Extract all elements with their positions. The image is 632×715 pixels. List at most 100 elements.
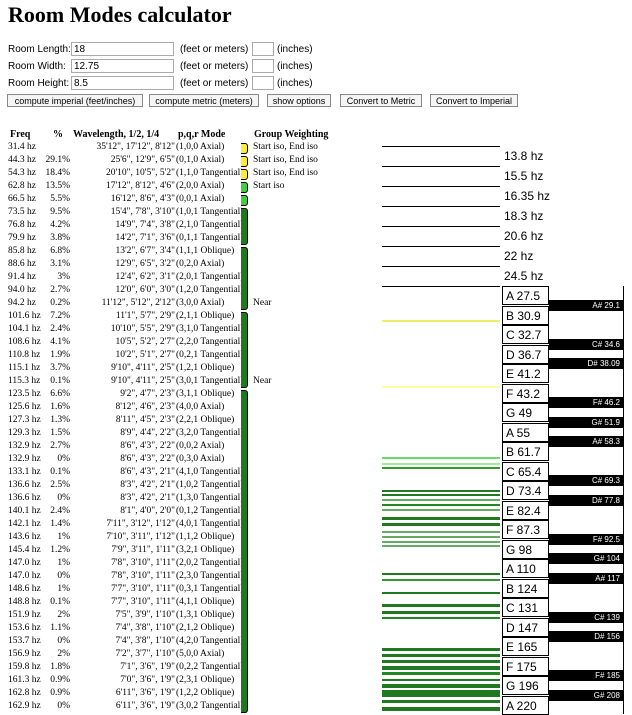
freq-cell: 79.9 hz <box>8 233 36 243</box>
piano-white-key[interactable]: G 196 <box>502 676 549 695</box>
room-length-row: Room Length: (feet or meters) (inches) <box>8 42 328 58</box>
piano-white-key[interactable]: A 110 <box>502 559 549 578</box>
pct-cell: 6.8% <box>50 246 70 256</box>
wavelength-cell: 8'12", 4'6", 2'3" <box>115 402 175 412</box>
piano-white-key[interactable]: F 87.3 <box>502 520 549 539</box>
piano-black-key[interactable]: G# 51.9 <box>549 416 623 428</box>
table-row: 133.1 hz 0.1% 8'6", 4'3", 2'1" (4,1,0 Tange… <box>0 467 250 480</box>
piano-black-key[interactable]: F# 92.5 <box>549 533 623 545</box>
piano-black-key[interactable]: C# 69.3 <box>549 475 623 486</box>
frequency-label: 16.35 hz <box>504 189 551 203</box>
piano-white-key[interactable]: C 32.7 <box>502 325 549 344</box>
wavelength-cell: 7'1", 3'6", 1'9" <box>120 662 175 672</box>
piano-black-key[interactable]: C# 139 <box>549 611 623 623</box>
mode-cell: (2,1,1 Oblique) <box>176 311 235 321</box>
pct-cell: 0.1% <box>50 376 70 386</box>
mode-line <box>382 499 500 501</box>
freq-header: Freq <box>10 129 31 140</box>
pct-cell: 2.5% <box>50 480 70 490</box>
freq-cell: 132.9 hz <box>8 454 41 464</box>
piano-white-key[interactable]: B 61.7 <box>502 442 549 461</box>
wavelength-cell: 10'5", 5'2", 2'7" <box>115 337 175 347</box>
piano-black-key[interactable]: D# 77.8 <box>549 494 623 506</box>
frequency-line <box>382 286 500 287</box>
room-length-inches-input[interactable] <box>252 42 274 56</box>
mode-cell: (1,0,2 Tangential) <box>176 480 244 490</box>
piano-white-key[interactable]: B 124 <box>502 578 549 598</box>
piano-black-key[interactable]: G# 104 <box>549 553 623 564</box>
piano-white-key[interactable]: D 73.4 <box>502 481 549 500</box>
mode-cell: (1,1,1 Oblique) <box>176 246 235 256</box>
mode-line <box>382 523 500 526</box>
piano-white-key[interactable]: D 36.7 <box>502 344 549 364</box>
compute-imperial-button[interactable]: compute imperial (feet/inches) <box>7 94 143 107</box>
piano-white-key[interactable]: E 82.4 <box>502 500 549 520</box>
piano-black-key[interactable]: C# 34.6 <box>549 338 623 350</box>
piano-black-key[interactable]: F# 46.2 <box>549 397 623 408</box>
convert-to-metric-button[interactable]: Convert to Metric <box>340 94 422 107</box>
pct-cell: 1.1% <box>50 623 70 633</box>
piano-black-key[interactable]: D# 156 <box>549 631 623 642</box>
piano-black-key[interactable]: A# 117 <box>549 572 623 584</box>
piano-white-key[interactable]: A 27.5 <box>502 286 549 305</box>
piano-white-key[interactable]: G 98 <box>502 539 549 559</box>
room-length-input[interactable] <box>71 42 174 56</box>
mode-cell: (4,2,0 Tangential) <box>176 636 244 646</box>
mode-line <box>382 617 500 619</box>
group-bracket <box>241 156 248 167</box>
piano-black-key[interactable]: G# 208 <box>549 689 623 701</box>
show-options-button[interactable]: show options <box>267 94 331 107</box>
piano-white-key[interactable]: A 55 <box>502 422 549 442</box>
piano-white-key[interactable]: B 30.9 <box>502 305 549 325</box>
freq-cell: 31.4 hz <box>8 142 36 152</box>
piano-white-key[interactable]: A 220 <box>502 695 549 715</box>
freq-cell: 123.5 hz <box>8 389 41 399</box>
frequency-line <box>382 206 500 207</box>
room-width-inches-input[interactable] <box>252 59 274 73</box>
mode-line <box>382 684 500 688</box>
group-bracket <box>241 195 248 206</box>
piano-white-key[interactable]: F 43.2 <box>502 383 549 403</box>
piano-white-key[interactable]: E 41.2 <box>502 364 549 383</box>
wavelength-cell: 14'9", 7'4", 3'8" <box>115 220 175 230</box>
piano-white-key[interactable]: G 49 <box>502 403 549 422</box>
piano-white-key[interactable]: C 65.4 <box>502 461 549 481</box>
wavelength-cell: 8'6", 4'3", 2'2" <box>120 454 175 464</box>
piano-black-key[interactable]: F# 185 <box>549 670 623 681</box>
compute-metric-button[interactable]: compute metric (meters) <box>149 94 259 107</box>
freq-cell: 115.1 hz <box>8 363 41 373</box>
mode-cell: (0,3,1 Tangential) <box>176 584 244 594</box>
frequency-label: 20.6 hz <box>504 229 544 243</box>
table-row: 62.8 hz 13.5% 17'12", 8'12", 4'6" (2,0,0 Ax… <box>0 181 250 194</box>
mode-line <box>382 545 500 547</box>
room-height-input[interactable] <box>71 76 174 90</box>
freq-cell: 156.9 hz <box>8 649 41 659</box>
wavelength-cell: 13'2", 6'7", 3'4" <box>115 246 175 256</box>
room-width-input[interactable] <box>71 59 174 73</box>
mode-cell: (1,1,2 Oblique) <box>176 532 235 542</box>
piano-white-key[interactable]: D 147 <box>502 617 549 637</box>
room-height-unit-label: (feet or meters) <box>180 78 249 89</box>
pct-cell: 2.7% <box>50 441 70 451</box>
mode-line <box>382 320 500 322</box>
wavelength-cell: 9'10", 4'11", 2'5" <box>111 376 175 386</box>
mode-line <box>382 700 500 703</box>
wavelength-cell: 12'0", 6'0", 3'0" <box>115 285 175 295</box>
piano-black-key[interactable]: A# 29.1 <box>549 299 623 311</box>
piano-white-key[interactable]: E 165 <box>502 637 549 656</box>
piano-white-key[interactable]: F 175 <box>502 656 549 676</box>
mode-line <box>382 611 500 614</box>
group-weighting-header: Group Weighting <box>254 129 329 140</box>
piano-black-key[interactable]: D# 38.09 <box>549 358 623 369</box>
piano-black-key[interactable]: A# 58.3 <box>549 436 623 447</box>
convert-to-imperial-button[interactable]: Convert to Imperial <box>430 94 518 107</box>
mode-line <box>382 654 500 657</box>
pct-cell: 1.8% <box>50 662 70 672</box>
freq-cell: 162.9 hz <box>8 701 41 711</box>
piano-white-key[interactable]: C 131 <box>502 598 549 617</box>
table-row: 123.5 hz 6.6% 9'2", 4'7", 2'3" (3,1,1 Obliq… <box>0 389 250 402</box>
mode-line <box>382 536 500 538</box>
room-height-inches-input[interactable] <box>252 76 274 90</box>
freq-cell: 94.2 hz <box>8 298 36 308</box>
wavelength-cell: 20'10", 10'5", 5'2" <box>105 168 175 178</box>
